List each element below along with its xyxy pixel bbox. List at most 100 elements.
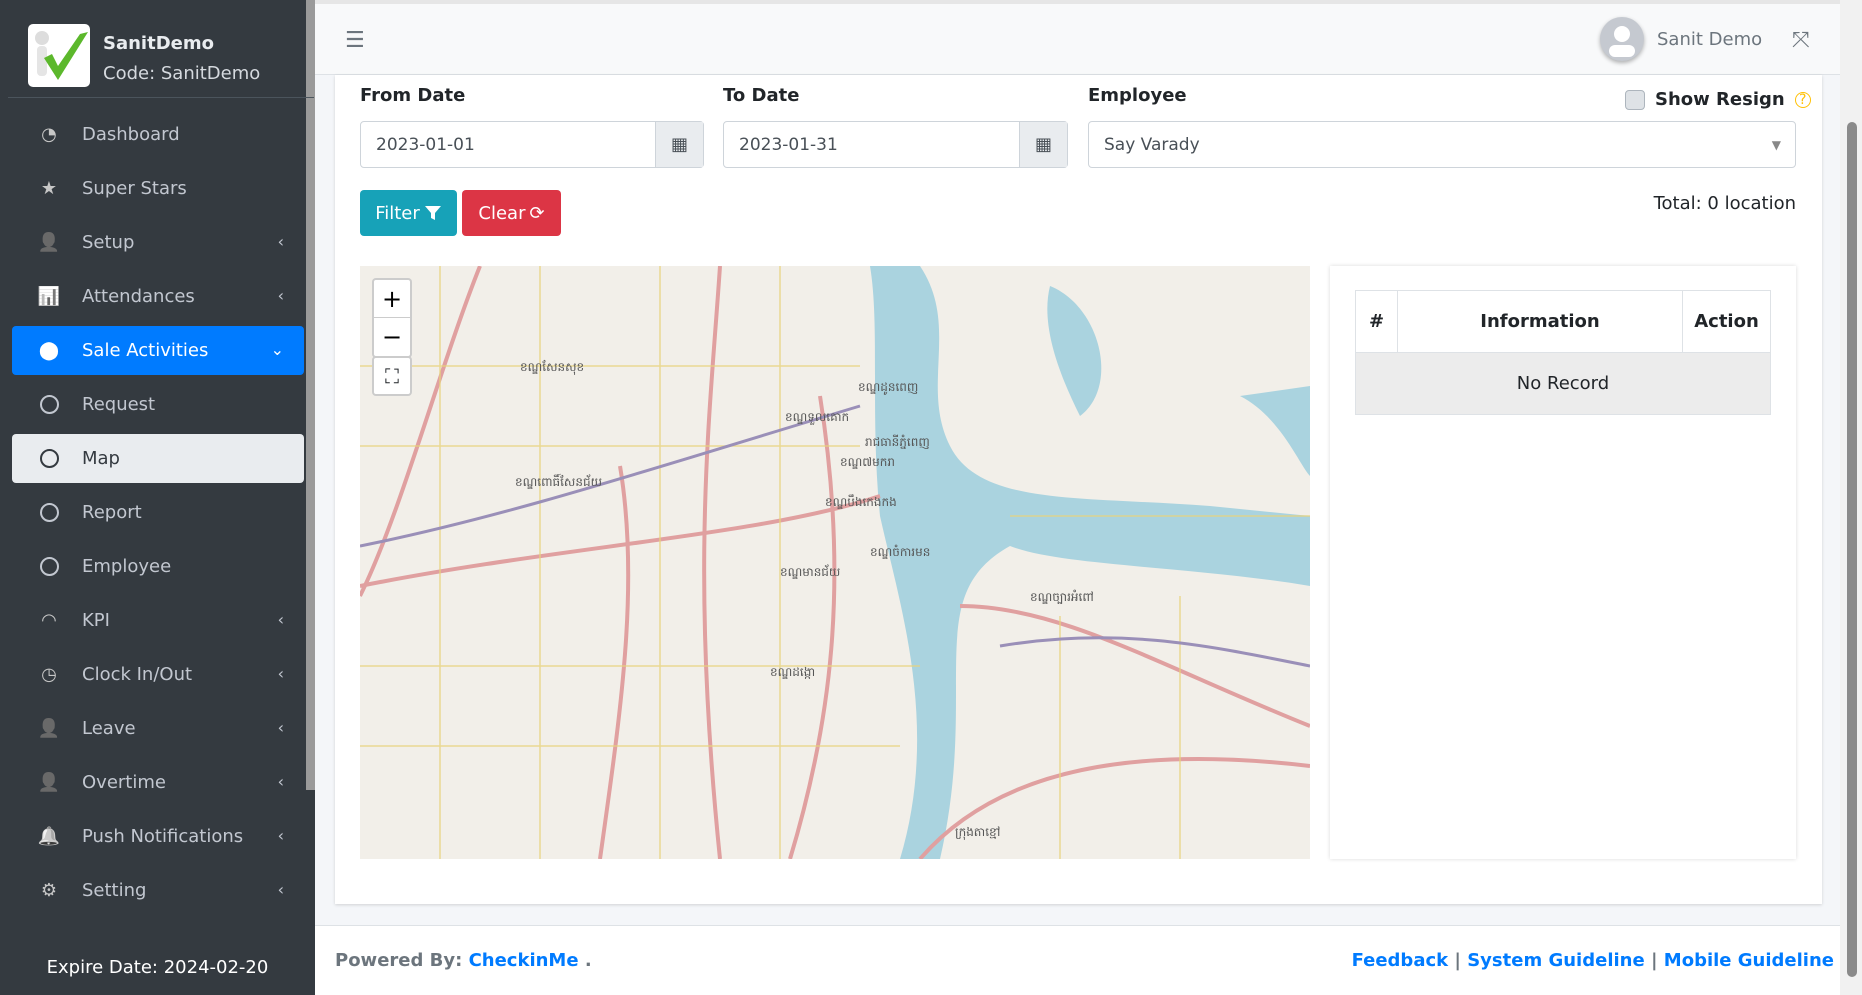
chevron-left-icon: ‹ xyxy=(277,664,284,683)
sidebar-item-label: Employee xyxy=(82,556,172,577)
mobile-guideline-link[interactable]: Mobile Guideline xyxy=(1664,950,1834,971)
no-record: No Record xyxy=(1355,352,1771,415)
clock-icon: ◷ xyxy=(41,664,57,685)
sidebar-item-map[interactable]: Map xyxy=(12,434,304,483)
total-location: Total: 0 location xyxy=(1653,193,1796,214)
zoom-in-button[interactable]: + xyxy=(374,280,410,318)
page-scrollbar[interactable] xyxy=(1840,0,1862,995)
chevron-left-icon: ‹ xyxy=(277,826,284,845)
employee-label: Employee xyxy=(1088,85,1187,106)
sidebar-item-label: Map xyxy=(82,448,120,469)
user-cog-icon: 👤 xyxy=(37,232,61,253)
sidebar-item-setup[interactable]: 👤 Setup ‹ xyxy=(12,218,304,267)
sidebar-item-overtime[interactable]: 👤 Overtime ‹ xyxy=(12,758,304,807)
map-tiles: ខណ្ឌសែនសុខខណ្ឌទួលគោក ខណ្ឌដូនពេញរាជធានីភ្ន… xyxy=(360,266,1310,859)
sidebar-item-label: Super Stars xyxy=(82,178,187,199)
chevron-left-icon: ‹ xyxy=(277,232,284,251)
location-panel: # Information Action No Record xyxy=(1330,266,1796,859)
sidebar-item-attendances[interactable]: 📊 Attendances ‹ xyxy=(12,272,304,321)
zoom-control: + − xyxy=(372,278,412,358)
sidebar-item-setting[interactable]: ⚙ Setting ‹ xyxy=(12,866,304,915)
map-label: ខណ្ឌមានជ័យ xyxy=(780,564,840,579)
fullscreen-icon[interactable]: ⤧ xyxy=(1792,28,1810,53)
sidebar-item-report[interactable]: Report xyxy=(12,488,304,537)
from-date-value[interactable]: 2023-01-01 xyxy=(361,135,655,155)
tachometer-icon: ◔ xyxy=(41,124,57,145)
map-label: ខណ្ឌបឹងកេងកង xyxy=(825,494,897,509)
user-clock-icon: 👤 xyxy=(37,772,61,793)
circle-icon xyxy=(36,392,62,418)
chevron-left-icon: ‹ xyxy=(277,718,284,737)
footer: Powered By: CheckinMe . Feedback | Syste… xyxy=(315,925,1840,995)
map-label: ក្រុងតាខ្មៅ xyxy=(955,825,1000,840)
filter-icon xyxy=(424,206,441,220)
footer-links: Feedback | System Guideline | Mobile Gui… xyxy=(1351,950,1834,971)
employee-select[interactable]: Say Varady ▼ xyxy=(1088,121,1796,168)
powered-by: Powered By: CheckinMe . xyxy=(335,950,592,971)
map-label: ខណ្ឌទួលគោក xyxy=(785,410,849,425)
sidebar-item-label: Clock In/Out xyxy=(82,664,193,685)
sidebar-item-kpi[interactable]: ◠ KPI ‹ xyxy=(12,596,304,645)
sidebar-item-super-stars[interactable]: ★ Super Stars xyxy=(12,164,304,213)
employee-value[interactable]: Say Varady xyxy=(1089,135,1772,155)
sidebar: SanitDemo Code: SanitDemo ◔ Dashboard ★ Sup… xyxy=(0,0,315,995)
col-action: Action xyxy=(1682,290,1771,353)
avatar[interactable] xyxy=(1600,17,1644,61)
map-fullscreen-button[interactable]: ⛶ xyxy=(372,356,412,396)
satellite-dish-icon: ◠ xyxy=(41,610,57,631)
feedback-link[interactable]: Feedback xyxy=(1352,950,1449,971)
sidebar-item-label: Dashboard xyxy=(82,124,180,145)
circle-icon xyxy=(36,554,62,580)
sidebar-item-label: KPI xyxy=(82,610,110,631)
map-label: ខណ្ឌសែនសុខ xyxy=(520,359,584,375)
brand-logo xyxy=(28,24,90,87)
map-marker-icon: ⬤ xyxy=(38,340,60,361)
sidebar-item-clock-in-out[interactable]: ◷ Clock In/Out ‹ xyxy=(12,650,304,699)
calendar-icon[interactable]: ▦ xyxy=(1019,122,1067,167)
scrollbar-thumb[interactable] xyxy=(1847,122,1857,977)
brand[interactable]: SanitDemo Code: SanitDemo xyxy=(8,0,314,98)
user-name[interactable]: Sanit Demo xyxy=(1657,29,1762,50)
sidebar-item-request[interactable]: Request xyxy=(12,380,304,429)
col-index: # xyxy=(1355,290,1398,353)
cogs-icon: ⚙ xyxy=(40,880,58,901)
sidebar-item-sale-activities[interactable]: ⬤ Sale Activities ⌄ xyxy=(12,326,304,375)
map-label: ខណ្ឌចំការមន xyxy=(870,544,930,559)
sidebar-item-employee[interactable]: Employee xyxy=(12,542,304,591)
to-date-field[interactable]: 2023-01-31 ▦ xyxy=(723,121,1068,168)
filter-button[interactable]: Filter xyxy=(360,190,457,236)
user-minus-icon: 👤 xyxy=(37,718,61,739)
map[interactable]: ខណ្ឌសែនសុខ ខណ្ឌទួលគោក ខណ្ឌដូនពេញ រាជធានីភ្ន… xyxy=(360,266,1310,859)
sidebar-item-label: Request xyxy=(82,394,156,415)
hamburger-menu-icon[interactable]: ☰ xyxy=(345,28,365,53)
chevron-left-icon: ‹ xyxy=(277,610,284,629)
star-icon: ★ xyxy=(40,178,58,199)
location-table: # Information Action No Record xyxy=(1355,290,1771,415)
expire-date: Expire Date: 2024-02-20 xyxy=(46,957,269,978)
to-date-value[interactable]: 2023-01-31 xyxy=(724,135,1019,155)
brand-code: Code: SanitDemo xyxy=(103,63,261,84)
from-date-field[interactable]: 2023-01-01 ▦ xyxy=(360,121,704,168)
zoom-out-button[interactable]: − xyxy=(374,318,410,356)
sidebar-item-push-notifications[interactable]: 🔔 Push Notifications ‹ xyxy=(12,812,304,861)
chevron-left-icon: ‹ xyxy=(277,772,284,791)
chevron-left-icon: ‹ xyxy=(277,880,284,899)
calendar-icon[interactable]: ▦ xyxy=(655,122,703,167)
sidebar-scrollbar[interactable] xyxy=(306,0,315,790)
col-information: Information xyxy=(1397,290,1683,353)
checkinme-link[interactable]: CheckinMe xyxy=(469,950,579,971)
show-resign[interactable]: Show Resign ? xyxy=(1625,89,1811,110)
map-label: ខណ្ឌពោធិ៍សែនជ័យ xyxy=(515,473,602,489)
to-date-label: To Date xyxy=(723,85,800,106)
map-label: រាជធានីភ្នំពេញ xyxy=(865,434,930,449)
clear-button[interactable]: Clear ⟳ xyxy=(462,190,561,236)
circle-icon xyxy=(36,446,62,472)
system-guideline-link[interactable]: System Guideline xyxy=(1467,950,1644,971)
sidebar-item-leave[interactable]: 👤 Leave ‹ xyxy=(12,704,304,753)
help-icon[interactable]: ? xyxy=(1794,91,1811,108)
sidebar-item-label: Setup xyxy=(82,232,135,253)
sidebar-item-dashboard[interactable]: ◔ Dashboard xyxy=(12,110,304,159)
sidebar-item-label: Overtime xyxy=(82,772,166,793)
show-resign-checkbox[interactable] xyxy=(1625,89,1645,110)
sidebar-menu: ◔ Dashboard ★ Super Stars 👤 Setup ‹ 📊 Attendance… xyxy=(12,110,304,920)
